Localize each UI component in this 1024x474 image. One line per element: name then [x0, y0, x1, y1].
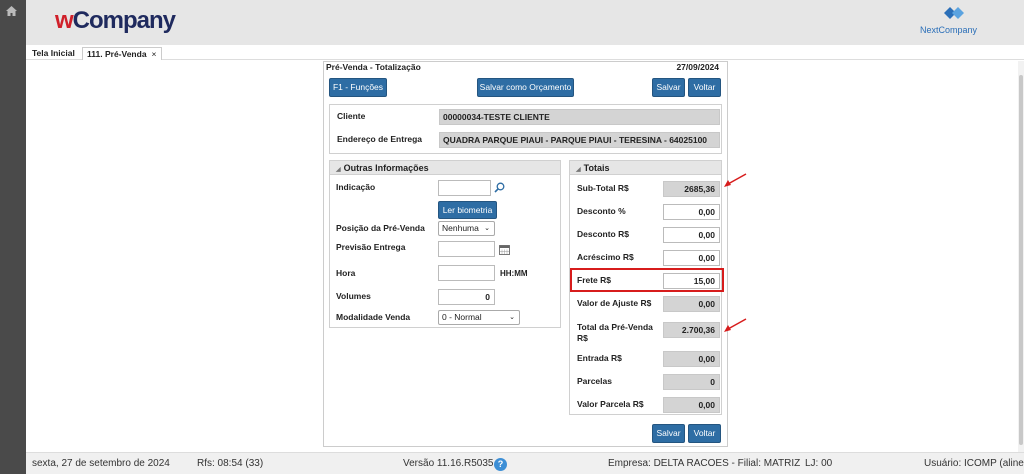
- ajuste-field: 0,00: [663, 296, 720, 312]
- status-rfs: Rfs: 08:54 (33): [197, 458, 264, 469]
- status-bar: sexta, 27 de setembro de 2024 Rfs: 08:54…: [26, 452, 1024, 474]
- entrada-field: 0,00: [663, 351, 720, 367]
- funcoes-button[interactable]: F1 - Funções: [329, 78, 387, 97]
- parcelas-field: 0: [663, 374, 720, 390]
- app-header: wCompany NextCompany: [26, 0, 1024, 45]
- hora-input[interactable]: [438, 265, 495, 281]
- outras-informacoes-section: ◢ Outras Informações Indicação Ler biomet…: [329, 160, 561, 328]
- subtotal-arrow-icon: [724, 173, 747, 187]
- desconto-pct-label: Desconto %: [577, 206, 626, 216]
- status-date: sexta, 27 de setembro de 2024: [32, 458, 170, 469]
- volumes-label: Volumes: [336, 291, 371, 301]
- desconto-pct-input[interactable]: 0,00: [663, 204, 720, 220]
- tab-tela-inicial[interactable]: Tela Inicial: [28, 47, 79, 60]
- calendar-icon[interactable]: [499, 244, 510, 255]
- voltar-bottom-button[interactable]: Voltar: [688, 424, 721, 443]
- home-icon[interactable]: [6, 6, 18, 16]
- nextcompany-logo: NextCompany: [920, 5, 986, 39]
- status-lj: LJ: 00: [805, 458, 833, 469]
- previsao-entrega-input[interactable]: [438, 241, 495, 257]
- total-arrow-icon: [724, 318, 747, 332]
- indicacao-label: Indicação: [336, 182, 376, 192]
- salvar-orcamento-button[interactable]: Salvar como Orçamento: [477, 78, 574, 97]
- collapse-icon: ◢: [336, 167, 341, 173]
- cliente-section: Cliente 00000034-TESTE CLIENTE Endereço …: [329, 104, 722, 154]
- volumes-input[interactable]: 0: [438, 289, 495, 305]
- totais-header[interactable]: ◢ Totais: [570, 161, 721, 175]
- voltar-button[interactable]: Voltar: [688, 78, 721, 97]
- page-date: 27/09/2024: [676, 62, 719, 72]
- frete-highlight-box: [570, 268, 724, 292]
- close-tab-icon[interactable]: ×: [152, 49, 157, 59]
- modalidade-label: Modalidade Venda: [336, 312, 411, 322]
- search-icon[interactable]: [494, 182, 505, 193]
- salvar-bottom-button[interactable]: Salvar: [652, 424, 685, 443]
- chevron-down-icon: ⌄: [509, 314, 515, 321]
- posicao-select[interactable]: Nenhuma ⌄: [438, 221, 495, 236]
- total-label-currency: R$: [577, 333, 588, 343]
- tab-bar: Tela Inicial 111. Pré-Venda ×: [26, 45, 1024, 60]
- parcelas-label: Parcelas: [577, 376, 612, 386]
- desconto-label: Desconto R$: [577, 229, 629, 239]
- endereco-field: QUADRA PARQUE PIAUI - PARQUE PIAUI - TER…: [439, 132, 720, 148]
- subtotal-field: 2685,36: [663, 181, 720, 197]
- left-sidebar: [0, 0, 26, 474]
- help-icon[interactable]: ?: [494, 458, 507, 471]
- salvar-button[interactable]: Salvar: [652, 78, 685, 97]
- wcompany-logo: wCompany: [55, 7, 176, 34]
- endereco-label: Endereço de Entrega: [337, 134, 423, 144]
- modalidade-select[interactable]: 0 - Normal ⌄: [438, 310, 520, 325]
- ler-biometria-button[interactable]: Ler biometria: [438, 201, 497, 219]
- ajuste-label: Valor de Ajuste R$: [577, 298, 652, 308]
- cliente-label: Cliente: [337, 111, 366, 121]
- status-usuario: Usuário: ICOMP (aline): [924, 458, 1024, 469]
- entrada-label: Entrada R$: [577, 353, 622, 363]
- indicacao-input[interactable]: [438, 180, 491, 196]
- totalizacao-panel: Pré-Venda - Totalização 27/09/2024 F1 - …: [323, 61, 728, 447]
- cliente-field: 00000034-TESTE CLIENTE: [439, 109, 720, 125]
- hora-label: Hora: [336, 268, 356, 278]
- previsao-entrega-label: Previsão Entrega: [336, 242, 406, 252]
- acrescimo-label: Acréscimo R$: [577, 252, 634, 262]
- acrescimo-input[interactable]: 0,00: [663, 250, 720, 266]
- tab-pre-venda[interactable]: 111. Pré-Venda ×: [82, 47, 162, 60]
- vertical-scrollbar[interactable]: [1018, 61, 1024, 452]
- valor-parcela-field: 0,00: [663, 397, 720, 413]
- status-version: Versão 11.16.R5035: [403, 458, 494, 469]
- page-title: Pré-Venda - Totalização: [326, 62, 421, 72]
- posicao-label: Posição da Pré-Venda: [336, 223, 425, 233]
- scrollbar-thumb[interactable]: [1019, 75, 1023, 445]
- status-empresa: Empresa: DELTA RACOES - Filial: MATRIZ: [608, 458, 801, 469]
- valor-parcela-label: Valor Parcela R$: [577, 399, 644, 409]
- total-label: Total da Pré-Venda: [577, 322, 653, 332]
- collapse-icon: ◢: [576, 167, 581, 173]
- nextcompany-mark-icon: [944, 7, 964, 19]
- hora-format-hint: HH:MM: [500, 269, 528, 278]
- total-field: 2.700,36: [663, 322, 720, 338]
- chevron-down-icon: ⌄: [484, 225, 490, 232]
- subtotal-label: Sub-Total R$: [577, 183, 629, 193]
- outras-informacoes-header[interactable]: ◢ Outras Informações: [330, 161, 560, 175]
- desconto-input[interactable]: 0,00: [663, 227, 720, 243]
